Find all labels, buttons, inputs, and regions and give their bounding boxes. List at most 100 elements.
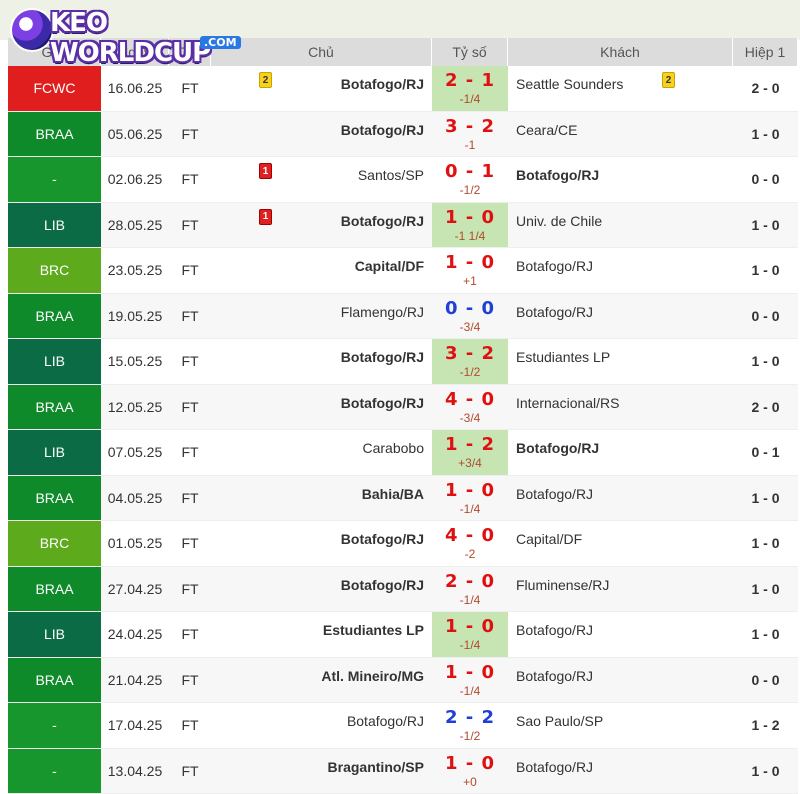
away-team[interactable]: Capital/DF [508, 521, 733, 566]
league-badge[interactable]: LIB [8, 203, 101, 248]
league-badge[interactable]: - [8, 749, 101, 794]
league-badge[interactable]: BRAA [8, 476, 101, 521]
score-cell[interactable]: 1 - 0 +0 [432, 749, 508, 794]
score-cell[interactable]: 3 - 2 -1/2 [432, 339, 508, 384]
away-team[interactable]: Botafogo/RJ [508, 157, 733, 202]
away-team[interactable]: Botafogo/RJ [508, 248, 733, 293]
away-team[interactable]: Botafogo/RJ [508, 612, 733, 657]
league-badge[interactable]: LIB [8, 339, 101, 384]
table-row[interactable]: BRAA 04.05.25 FT Bahia/BA 1 - 0 -1/4 Bot… [8, 476, 798, 522]
table-row[interactable]: BRAA 05.06.25 FT Botafogo/RJ 3 - 2 -1 Ce… [8, 112, 798, 158]
score-cell[interactable]: 2 - 1 -1/4 [432, 66, 508, 111]
score-cell[interactable]: 0 - 1 -1/2 [432, 157, 508, 202]
score-cell[interactable]: 4 - 0 -3/4 [432, 385, 508, 430]
match-date: 12.05.25 [101, 385, 169, 430]
table-row[interactable]: FCWC 16.06.25 FT 2Botafogo/RJ 2 - 1 -1/4… [8, 66, 798, 112]
match-date: 01.05.25 [101, 521, 169, 566]
match-status: FT [169, 612, 211, 657]
league-badge[interactable]: - [8, 703, 101, 748]
match-date: 17.04.25 [101, 703, 169, 748]
match-date: 23.05.25 [101, 248, 169, 293]
home-team[interactable]: Botafogo/RJ [211, 567, 432, 612]
score-cell[interactable]: 3 - 2 -1 [432, 112, 508, 157]
home-team[interactable]: 2Botafogo/RJ [211, 66, 432, 111]
match-status: FT [169, 658, 211, 703]
home-team[interactable]: Botafogo/RJ [211, 521, 432, 566]
away-team[interactable]: Fluminense/RJ [508, 567, 733, 612]
score-cell[interactable]: 1 - 0 +1 [432, 248, 508, 293]
match-date: 04.05.25 [101, 476, 169, 521]
score-cell[interactable]: 2 - 0 -1/4 [432, 567, 508, 612]
table-row[interactable]: LIB 07.05.25 FT Carabobo 1 - 2 +3/4 Bota… [8, 430, 798, 476]
league-badge[interactable]: LIB [8, 612, 101, 657]
league-badge[interactable]: BRAA [8, 567, 101, 612]
away-team[interactable]: Internacional/RS [508, 385, 733, 430]
away-team[interactable]: Seattle Sounders2 [508, 66, 733, 111]
home-team[interactable]: Capital/DF [211, 248, 432, 293]
home-team[interactable]: Bragantino/SP [211, 749, 432, 794]
away-team[interactable]: Botafogo/RJ [508, 658, 733, 703]
away-team[interactable]: Botafogo/RJ [508, 476, 733, 521]
table-row[interactable]: LIB 28.05.25 FT 1Botafogo/RJ 1 - 0 -1 1/… [8, 203, 798, 249]
handicap: -1/4 [460, 684, 481, 698]
league-badge[interactable]: BRAA [8, 294, 101, 339]
league-badge[interactable]: - [8, 157, 101, 202]
match-status: FT [169, 339, 211, 384]
league-badge[interactable]: LIB [8, 430, 101, 475]
away-team[interactable]: Botafogo/RJ [508, 294, 733, 339]
home-team[interactable]: Carabobo [211, 430, 432, 475]
home-team[interactable]: Estudiantes LP [211, 612, 432, 657]
league-badge[interactable]: FCWC [8, 66, 101, 111]
home-team[interactable]: Bahia/BA [211, 476, 432, 521]
away-team[interactable]: Botafogo/RJ [508, 430, 733, 475]
table-row[interactable]: BRAA 21.04.25 FT Atl. Mineiro/MG 1 - 0 -… [8, 658, 798, 704]
table-row[interactable]: - 17.04.25 FT Botafogo/RJ 2 - 2 -1/2 Sao… [8, 703, 798, 749]
league-badge[interactable]: BRC [8, 521, 101, 566]
score-cell[interactable]: 2 - 2 -1/2 [432, 703, 508, 748]
match-score: 2 - 2 [445, 707, 495, 728]
match-status: FT [169, 385, 211, 430]
table-row[interactable]: LIB 15.05.25 FT Botafogo/RJ 3 - 2 -1/2 E… [8, 339, 798, 385]
score-cell[interactable]: 1 - 0 -1/4 [432, 658, 508, 703]
away-team[interactable]: Botafogo/RJ [508, 749, 733, 794]
score-cell[interactable]: 1 - 2 +3/4 [432, 430, 508, 475]
home-team[interactable]: Atl. Mineiro/MG [211, 658, 432, 703]
away-team[interactable]: Estudiantes LP [508, 339, 733, 384]
score-cell[interactable]: 4 - 0 -2 [432, 521, 508, 566]
home-team-name: Capital/DF [355, 258, 424, 274]
league-badge[interactable]: BRAA [8, 658, 101, 703]
table-row[interactable]: BRAA 19.05.25 FT Flamengo/RJ 0 - 0 -3/4 … [8, 294, 798, 340]
table-row[interactable]: - 13.04.25 FT Bragantino/SP 1 - 0 +0 Bot… [8, 749, 798, 794]
table-row[interactable]: - 02.06.25 FT 1Santos/SP 0 - 1 -1/2 Bota… [8, 157, 798, 203]
home-team[interactable]: 1Botafogo/RJ [211, 203, 432, 248]
home-team-name: Bragantino/SP [328, 759, 424, 775]
league-label: BRC [40, 535, 70, 551]
home-team[interactable]: 1Santos/SP [211, 157, 432, 202]
site-logo[interactable]: KEO WORLDCUP .COM [10, 6, 272, 52]
table-row[interactable]: BRAA 27.04.25 FT Botafogo/RJ 2 - 0 -1/4 … [8, 567, 798, 613]
table-row[interactable]: BRC 23.05.25 FT Capital/DF 1 - 0 +1 Bota… [8, 248, 798, 294]
away-team[interactable]: Sao Paulo/SP [508, 703, 733, 748]
match-date: 02.06.25 [101, 157, 169, 202]
table-row[interactable]: BRAA 12.05.25 FT Botafogo/RJ 4 - 0 -3/4 … [8, 385, 798, 431]
home-team[interactable]: Botafogo/RJ [211, 703, 432, 748]
score-cell[interactable]: 1 - 0 -1/4 [432, 476, 508, 521]
home-team[interactable]: Flamengo/RJ [211, 294, 432, 339]
halftime-score: 1 - 0 [733, 203, 798, 248]
league-badge[interactable]: BRC [8, 248, 101, 293]
score-cell[interactable]: 0 - 0 -3/4 [432, 294, 508, 339]
league-badge[interactable]: BRAA [8, 112, 101, 157]
table-row[interactable]: BRC 01.05.25 FT Botafogo/RJ 4 - 0 -2 Cap… [8, 521, 798, 567]
score-cell[interactable]: 1 - 0 -1/4 [432, 612, 508, 657]
home-team[interactable]: Botafogo/RJ [211, 112, 432, 157]
match-score: 3 - 2 [445, 343, 495, 364]
home-team[interactable]: Botafogo/RJ [211, 385, 432, 430]
header-away: Khách [508, 38, 733, 66]
home-team[interactable]: Botafogo/RJ [211, 339, 432, 384]
league-badge[interactable]: BRAA [8, 385, 101, 430]
away-team[interactable]: Univ. de Chile [508, 203, 733, 248]
halftime-score: 1 - 0 [733, 112, 798, 157]
away-team[interactable]: Ceara/CE [508, 112, 733, 157]
table-row[interactable]: LIB 24.04.25 FT Estudiantes LP 1 - 0 -1/… [8, 612, 798, 658]
score-cell[interactable]: 1 - 0 -1 1/4 [432, 203, 508, 248]
